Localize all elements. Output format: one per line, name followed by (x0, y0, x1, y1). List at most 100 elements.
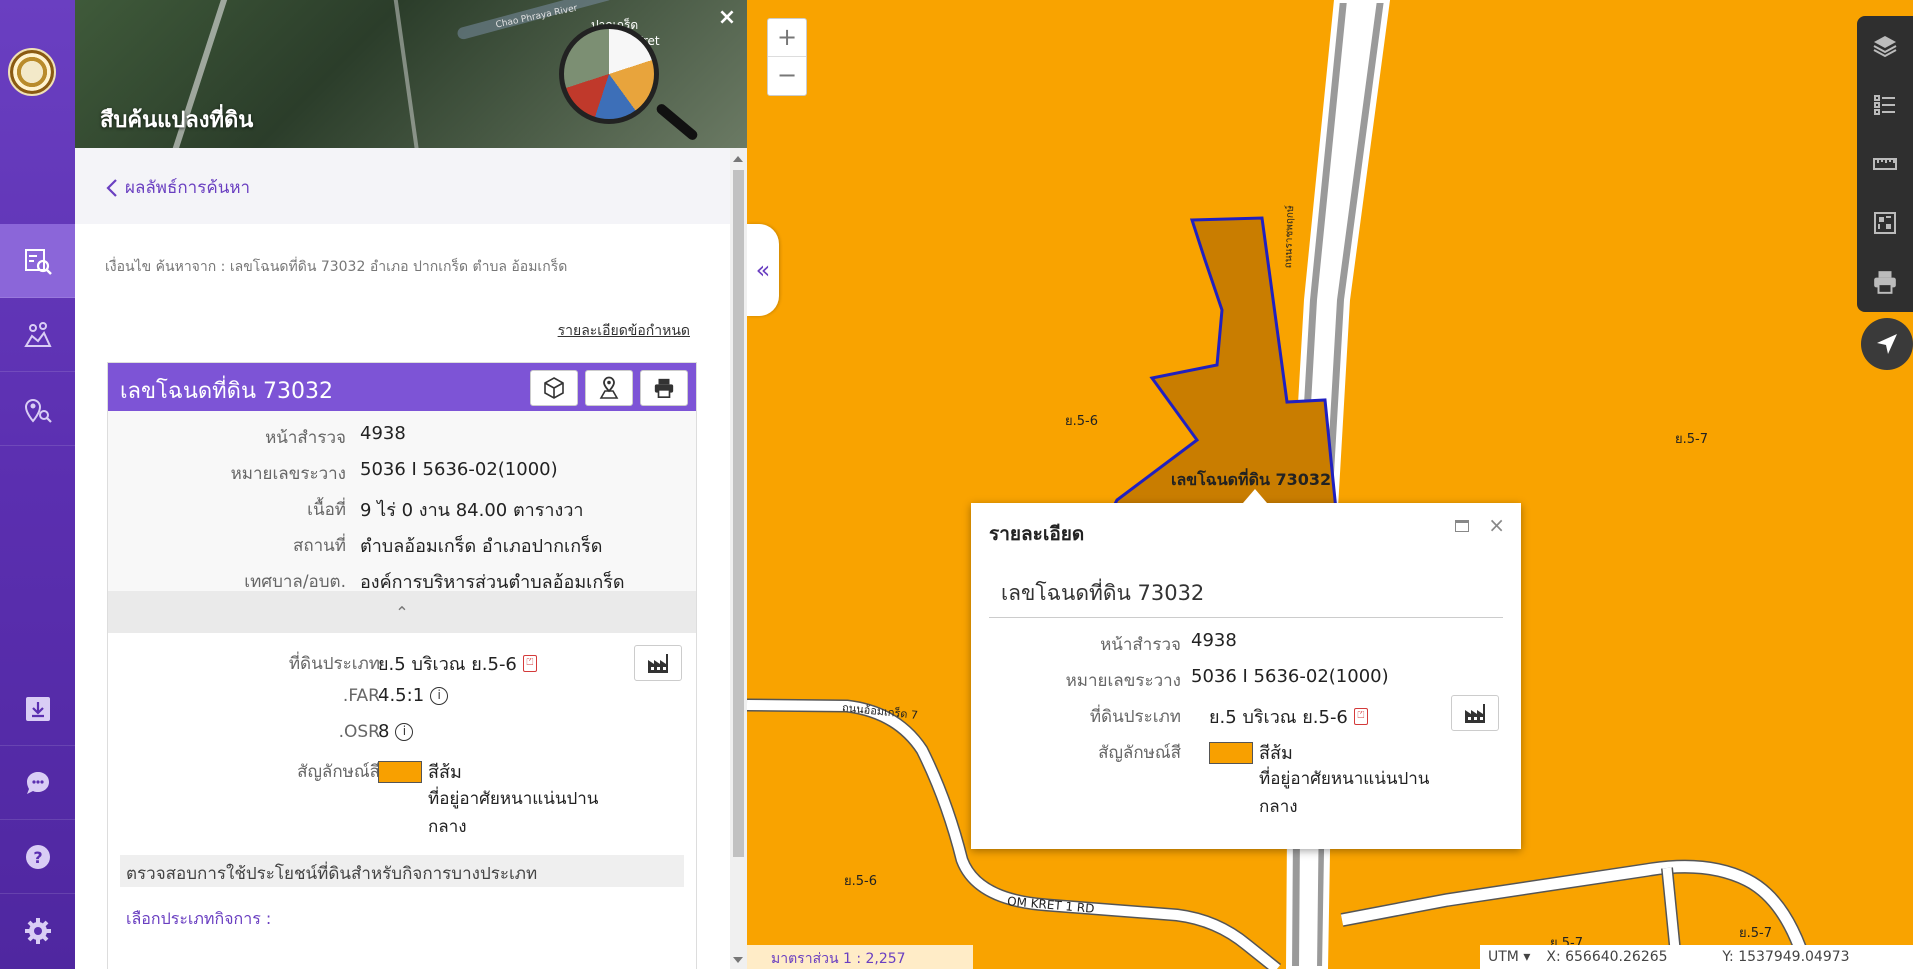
far-row: .FAR 4.5:1 i (108, 679, 696, 715)
close-icon[interactable]: × (715, 6, 739, 30)
zone-type-label: ที่ดินประเภท (288, 654, 380, 674)
nav-chat[interactable] (0, 746, 75, 820)
map-print-button[interactable] (1857, 252, 1913, 311)
color-swatch (1209, 741, 1253, 764)
organization-logo (8, 48, 56, 96)
regulation-details-link[interactable]: รายละเอียดข้อกำหนด (558, 320, 690, 342)
gear-icon (24, 918, 51, 944)
info-label: สถานที่ (292, 536, 346, 556)
nav-settings[interactable] (0, 894, 75, 968)
factory-icon (648, 654, 668, 673)
magnifier-illustration (559, 24, 659, 124)
color-description: ที่อยู่อาศัยหนาแน่นปาน (428, 789, 599, 809)
layers-icon (1873, 35, 1897, 57)
zone-label: ย.5-6 (1065, 414, 1098, 429)
parcel-card: เลขโฉนดที่ดิน 73032 หน้าสำรวจ 4938 หมายเ… (107, 362, 697, 969)
nav-location-search[interactable] (0, 372, 75, 446)
chat-icon (26, 771, 49, 794)
color-swatch (378, 760, 422, 783)
y-coordinate: Y: 1537949.04973 (1722, 949, 1850, 965)
qr-map-icon (1874, 211, 1896, 234)
factory-check-button[interactable] (634, 645, 682, 681)
far-label: .FAR (342, 686, 380, 706)
svg-text:?: ? (33, 848, 42, 867)
panel-scrollbar[interactable] (730, 148, 747, 969)
navigation-arrow-icon (1877, 334, 1897, 354)
map-toolbar (1857, 16, 1913, 312)
zone-label: ย.5-7 (1739, 926, 1772, 941)
x-coordinate: X: 656640.26265 (1546, 949, 1668, 965)
info-icon[interactable]: i (395, 722, 414, 741)
back-bar: ผลลัพธ์การค้นหา (75, 148, 747, 224)
color-symbol-label: สัญลักษณ์สี (297, 762, 380, 782)
osr-value: 8 (378, 721, 390, 742)
factory-check-button[interactable] (1451, 695, 1499, 731)
info-label: หน้าสำรวจ (265, 428, 346, 448)
coordinate-bar: UTM ▾ X: 656640.26265 Y: 1537949.04973 (1480, 945, 1913, 969)
factory-icon (1465, 704, 1485, 723)
back-label: ผลลัพธ์การค้นหา (125, 178, 251, 198)
back-to-results-link[interactable]: ผลลัพธ์การค้นหา (105, 174, 250, 201)
measure-button[interactable] (1857, 134, 1913, 193)
panel-title: สืบค้นแปลงที่ดิน (100, 108, 254, 133)
chevron-left-icon (106, 178, 117, 197)
popup-zone-value: ย.5 บริเวณ ย.5-6 (1209, 707, 1348, 728)
legend-button[interactable] (1857, 75, 1913, 134)
parcel-info: หน้าสำรวจ 4938 หมายเลขระวาง 5036 I 5636-… (108, 411, 696, 593)
close-icon[interactable]: × (1488, 513, 1505, 537)
printer-icon (1874, 270, 1896, 294)
zoning-info: ที่ดินประเภท ย.5 บริเวณ ย.5-6 ⏍ .FAR 4.5:… (108, 633, 696, 969)
map-view[interactable]: ย.5-6 ย.5-7 ย.5-6 ย.5-7 ย.5-7 เลขโฉนดที่… (747, 0, 1913, 969)
info-value: ตำบลอ้อมเกร็ด อำเภอปากเกร็ด (360, 536, 603, 557)
coordinate-system-select[interactable]: UTM ▾ (1480, 949, 1538, 965)
info-value: 4938 (360, 423, 406, 444)
osr-row: .OSR 8i (108, 715, 696, 751)
print-button[interactable] (640, 370, 688, 406)
info-icon[interactable]: i (430, 686, 449, 705)
nav-map-layers[interactable] (0, 298, 75, 372)
color-description: กลาง (1259, 797, 1298, 817)
collapse-info-toggle[interactable]: ⌃ (108, 591, 696, 633)
divider (989, 617, 1503, 618)
color-name: สีส้ม (1259, 743, 1293, 764)
zoom-in-button[interactable]: + (768, 19, 806, 57)
popup-value: 4938 (1191, 630, 1237, 651)
business-type-label: เลือกประเภทกิจการ : (126, 909, 272, 928)
layers-button[interactable] (1857, 16, 1913, 75)
scroll-up-arrow[interactable] (733, 156, 743, 162)
nav-parcel-search[interactable] (0, 224, 75, 298)
list-icon (1874, 94, 1895, 115)
parcel-search-panel: Chao Phraya River ปากเกร็ด Kret สืบค้นแป… (75, 0, 747, 969)
zoom-out-button[interactable]: − (768, 57, 806, 95)
zone-label: ย.5-6 (844, 874, 877, 889)
scroll-thumb[interactable] (733, 170, 744, 857)
popup-row: หน้าสำรวจ 4938 (971, 625, 1521, 661)
map-pins-icon (23, 321, 52, 347)
locate-parcel-button[interactable] (585, 370, 633, 406)
cube-icon (544, 377, 564, 399)
nav-download[interactable] (0, 672, 75, 746)
parcel-card-header: เลขโฉนดที่ดิน 73032 (108, 363, 696, 411)
map-search-icon (24, 248, 52, 275)
zone-type-value: ย.5 บริเวณ ย.5-6 (378, 654, 517, 675)
download-icon (25, 696, 50, 721)
my-location-button[interactable] (1861, 318, 1913, 370)
road-label: ถนนราชพฤกษ์ (1282, 205, 1297, 269)
nav-help[interactable]: ? (0, 820, 75, 894)
collapse-panel-button[interactable]: « (747, 224, 779, 316)
zone-type-row: ที่ดินประเภท ย.5 บริเวณ ย.5-6 ⏍ (108, 643, 696, 679)
popup-title: รายละเอียด (989, 523, 1085, 545)
maximize-icon[interactable] (1455, 520, 1469, 532)
pdf-icon[interactable]: ⏍ (522, 655, 537, 672)
info-label: หมายเลขระวาง (230, 464, 346, 484)
popup-color-row: สัญลักษณ์สี สีส้ม (971, 733, 1521, 769)
popup-row: หมายเลขระวาง 5036 I 5636-02(1000) (971, 661, 1521, 697)
printer-icon (654, 378, 674, 398)
info-row: สถานที่ ตำบลอ้อมเกร็ด อำเภอปากเกร็ด (108, 525, 696, 561)
pdf-icon[interactable]: ⏍ (1353, 708, 1368, 725)
chevron-up-icon: ⌃ (395, 602, 409, 622)
3d-view-button[interactable] (530, 370, 578, 406)
scroll-down-arrow[interactable] (733, 957, 743, 963)
qr-button[interactable] (1857, 193, 1913, 252)
parcel-popup: รายละเอียด × เลขโฉนดที่ดิน 73032 หน้าสำร… (971, 489, 1521, 849)
